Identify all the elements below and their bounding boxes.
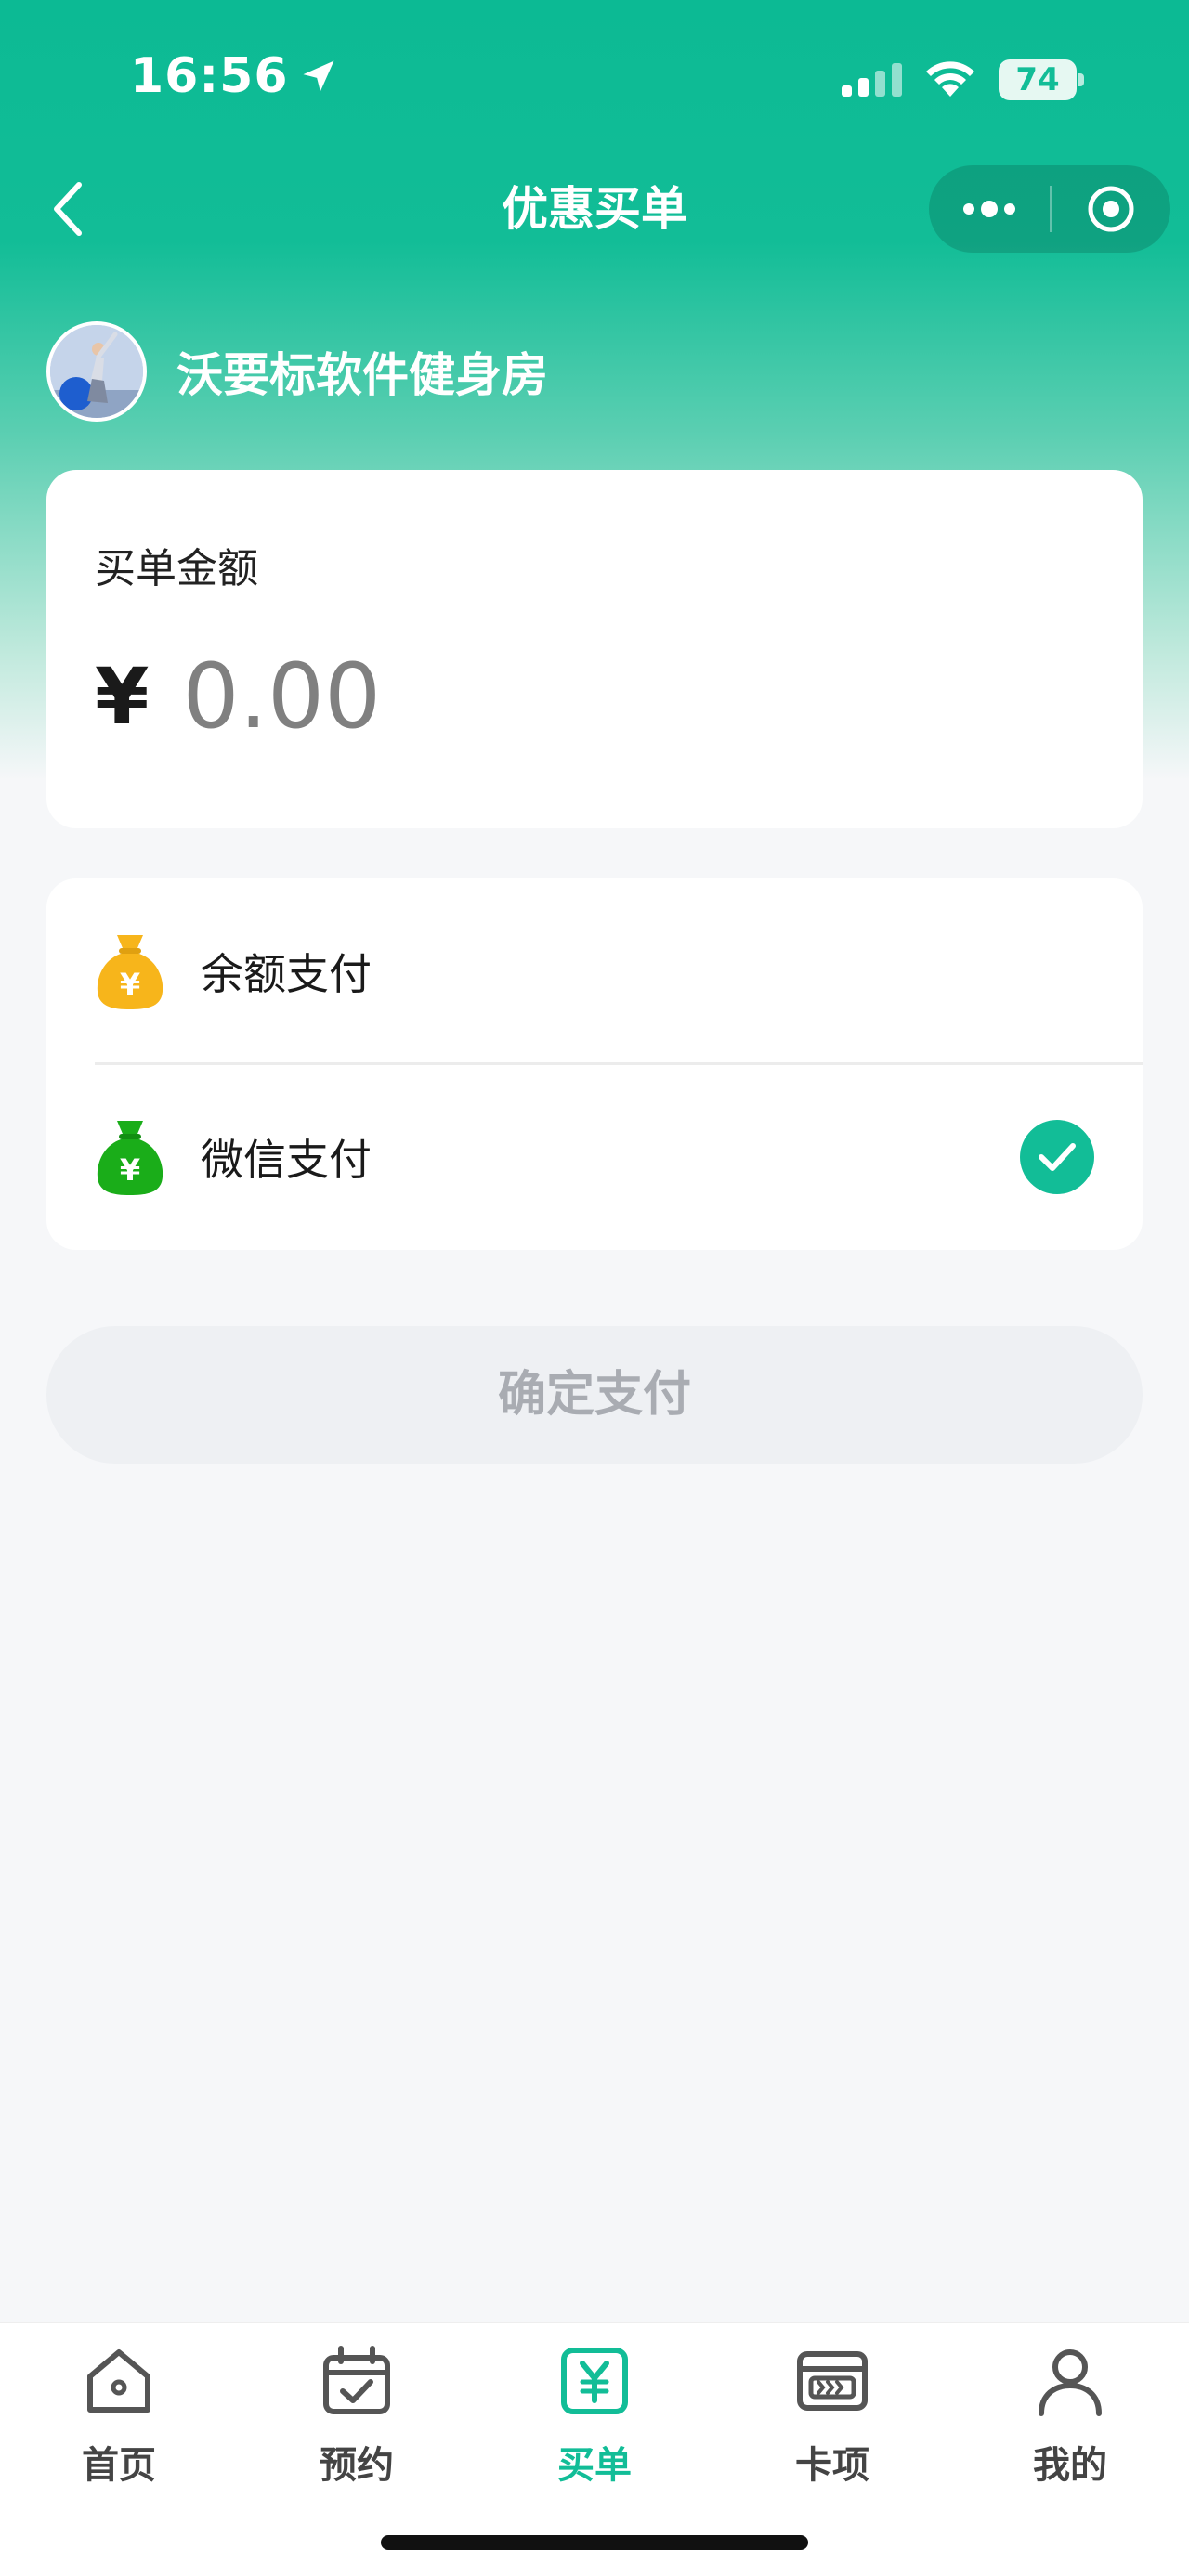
yuan-receipt-icon	[561, 2348, 628, 2414]
tab-cards[interactable]: 卡项	[739, 2342, 925, 2518]
more-dots-icon	[963, 201, 1015, 217]
svg-text:¥: ¥	[120, 1152, 140, 1188]
home-icon	[87, 2349, 150, 2413]
tab-home[interactable]: 首页	[26, 2342, 212, 2518]
miniprogram-capsule	[929, 165, 1170, 253]
payment-option-label: 余额支付	[201, 949, 372, 999]
tab-checkout[interactable]: 买单	[502, 2342, 687, 2518]
svg-text:¥: ¥	[120, 967, 140, 1002]
amount-card: 买单金额 ¥ 0.00	[46, 470, 1143, 828]
payment-method-card: ¥ 余额支付 ¥ 微信支付	[46, 878, 1143, 1250]
fitness-avatar-icon	[50, 325, 143, 418]
tab-label: 买单	[557, 2444, 632, 2487]
status-time: 16:56	[130, 48, 339, 104]
payment-option-balance[interactable]: ¥ 余额支付	[46, 878, 1143, 1064]
location-arrow-icon	[303, 60, 334, 92]
close-miniprogram-button[interactable]	[1052, 165, 1170, 253]
more-button[interactable]	[929, 165, 1050, 253]
target-circle-icon	[1088, 186, 1134, 232]
amount-label: 买单金额	[95, 545, 258, 592]
battery-tip	[1078, 73, 1084, 86]
battery-indicator: 74	[999, 59, 1084, 100]
battery-level: 74	[999, 59, 1077, 100]
selected-check-icon	[1020, 1120, 1094, 1194]
tab-label: 我的	[1033, 2444, 1107, 2487]
status-time-text: 16:56	[130, 48, 289, 104]
store-name: 沃要标软件健身房	[176, 348, 548, 402]
calendar-check-icon	[323, 2346, 390, 2414]
tab-booking[interactable]: 预约	[264, 2342, 450, 2518]
payment-option-wechat[interactable]: ¥ 微信支付	[46, 1064, 1143, 1250]
money-bag-yellow-icon: ¥	[97, 935, 163, 1009]
store-info: 沃要标软件健身房	[46, 320, 548, 423]
tab-label: 首页	[82, 2444, 156, 2487]
money-bag-green-icon: ¥	[97, 1121, 163, 1195]
card-icon	[797, 2351, 868, 2411]
cellular-signal-icon	[842, 63, 902, 97]
store-avatar	[46, 321, 147, 422]
status-bar: 16:56 74	[0, 0, 1189, 158]
user-icon	[1039, 2349, 1102, 2416]
amount-input[interactable]: ¥ 0.00	[95, 644, 381, 748]
tab-profile[interactable]: 我的	[977, 2342, 1163, 2518]
navigation-bar: 优惠买单	[0, 158, 1189, 260]
currency-symbol: ¥	[95, 651, 150, 742]
home-indicator	[381, 2535, 808, 2550]
tab-label: 预约	[320, 2444, 394, 2487]
confirm-pay-button[interactable]: 确定支付	[46, 1326, 1143, 1464]
tab-label: 卡项	[795, 2444, 869, 2487]
amount-value: 0.00	[182, 644, 382, 748]
payment-option-label: 微信支付	[201, 1135, 372, 1185]
wifi-icon	[926, 61, 974, 97]
